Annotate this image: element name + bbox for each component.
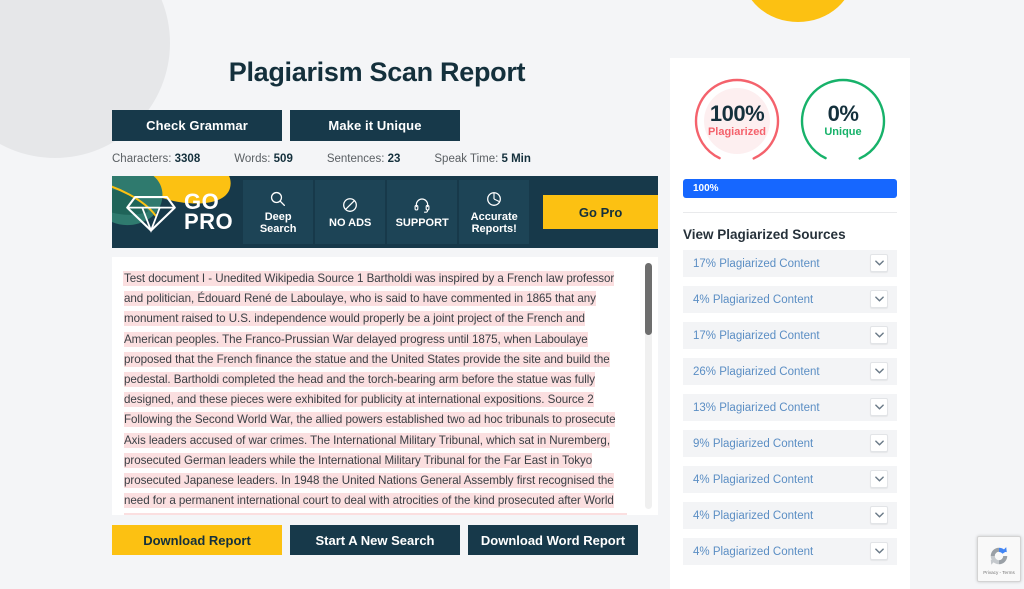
go-pro-features: Deep Search NO ADS SUPPORT Accurate Repo… (243, 180, 531, 244)
source-item-6[interactable]: 9% Plagiarized Content (683, 430, 897, 457)
plagiarized-percent: 100% (709, 101, 765, 126)
main-column: Plagiarism Scan Report Check Grammar Mak… (112, 0, 658, 555)
source-item-9[interactable]: 4% Plagiarized Content (683, 538, 897, 565)
stat-words: Words: 509 (234, 153, 293, 165)
page-root: Plagiarism Scan Report Check Grammar Mak… (0, 0, 1024, 589)
go-pro-word-pro: PRO (184, 209, 234, 234)
stat-characters-label: Characters: (112, 153, 172, 165)
feature-accurate-reports[interactable]: Accurate Reports! (459, 180, 530, 244)
feature-accurate-reports-line1: Accurate (470, 210, 518, 223)
plagiarized-text-segment: Test document I - Unedited Wikipedia Sou… (124, 272, 627, 515)
chevron-down-icon[interactable] (870, 470, 888, 488)
plagiarism-progress-bar: 100% (683, 179, 897, 198)
sidebar-divider (683, 212, 897, 213)
recaptcha-icon (990, 546, 1008, 565)
plagiarized-gauge: 100% Plagiarized (687, 77, 787, 165)
source-label: 4% Plagiarized Content (693, 293, 814, 306)
stat-words-label: Words: (234, 153, 271, 165)
go-pro-button[interactable]: Go Pro (543, 195, 658, 229)
sources-heading: View Plagiarized Sources (683, 227, 846, 242)
report-sidebar: 100% Plagiarized 0% Unique 100% View Pla… (670, 58, 910, 589)
source-item-1[interactable]: 17% Plagiarized Content (683, 250, 897, 277)
feature-accurate-reports-line2: Reports! (471, 222, 517, 235)
feature-no-ads[interactable]: NO ADS (315, 180, 386, 244)
feature-deep-search[interactable]: Deep Search (243, 180, 314, 244)
feature-support-line1: SUPPORT (395, 216, 449, 229)
stat-sentences-value: 23 (387, 153, 401, 165)
source-label: 17% Plagiarized Content (693, 257, 820, 270)
pie-chart-icon (487, 191, 502, 206)
go-pro-brand: GO PRO (124, 190, 233, 234)
source-item-8[interactable]: 4% Plagiarized Content (683, 502, 897, 529)
feature-no-ads-line1: NO ADS (329, 216, 372, 229)
document-text-panel: Test document I - Unedited Wikipedia Sou… (112, 257, 658, 515)
source-item-4[interactable]: 26% Plagiarized Content (683, 358, 897, 385)
top-action-buttons: Check Grammar Make it Unique (112, 110, 658, 141)
chevron-down-icon[interactable] (870, 542, 888, 560)
plagiarized-sources-list: 17% Plagiarized Content 4% Plagiarized C… (683, 250, 897, 565)
source-label: 4% Plagiarized Content (693, 509, 814, 522)
start-new-search-button[interactable]: Start A New Search (290, 525, 460, 555)
source-item-3[interactable]: 17% Plagiarized Content (683, 322, 897, 349)
plagiarized-gauge-labels: 100% Plagiarized (687, 77, 787, 165)
recaptcha-terms-label[interactable]: Privacy - Terms (983, 570, 1015, 575)
unique-percent: 0% (827, 101, 859, 126)
chevron-down-icon[interactable] (870, 254, 888, 272)
source-label: 9% Plagiarized Content (693, 437, 814, 450)
source-label: 26% Plagiarized Content (693, 365, 820, 378)
make-it-unique-button[interactable]: Make it Unique (290, 110, 460, 141)
document-stats: Characters: 3308 Words: 509 Sentences: 2… (112, 153, 658, 165)
unique-gauge: 0% Unique (793, 77, 893, 165)
source-label: 17% Plagiarized Content (693, 329, 820, 342)
unique-label: Unique (824, 126, 862, 138)
stat-characters-value: 3308 (174, 153, 201, 165)
magnifier-icon (271, 191, 286, 206)
download-word-report-button[interactable]: Download Word Report (468, 525, 638, 555)
feature-deep-search-line2: Search (259, 222, 297, 235)
document-scrollbar-thumb[interactable] (645, 263, 652, 335)
headset-icon (414, 197, 430, 213)
no-ads-icon (343, 197, 358, 212)
chevron-down-icon[interactable] (870, 362, 888, 380)
stat-sentences: Sentences: 23 (327, 153, 401, 165)
source-item-5[interactable]: 13% Plagiarized Content (683, 394, 897, 421)
go-pro-banner: GO PRO Deep Search NO ADS SUPPORT Accura… (112, 176, 658, 248)
stat-speak-time-label: Speak Time: (434, 153, 499, 165)
source-label: 4% Plagiarized Content (693, 473, 814, 486)
document-text[interactable]: Test document I - Unedited Wikipedia Sou… (112, 257, 658, 515)
chevron-down-icon[interactable] (870, 398, 888, 416)
recaptcha-badge[interactable]: Privacy - Terms (977, 536, 1021, 582)
plagiarism-progress-label: 100% (693, 183, 719, 194)
page-title: Plagiarism Scan Report (228, 57, 526, 87)
go-pro-wordmark: GO PRO (184, 191, 234, 234)
source-label: 13% Plagiarized Content (693, 401, 820, 414)
download-report-button[interactable]: Download Report (112, 525, 282, 555)
stat-speak-time-value: 5 Min (501, 153, 531, 165)
decorative-yellow-circle (742, 0, 854, 22)
source-label: 4% Plagiarized Content (693, 545, 814, 558)
chevron-down-icon[interactable] (870, 506, 888, 524)
diamond-icon (126, 195, 176, 233)
chevron-down-icon[interactable] (870, 326, 888, 344)
source-item-2[interactable]: 4% Plagiarized Content (683, 286, 897, 313)
stat-words-value: 509 (273, 153, 293, 165)
bottom-action-buttons: Download Report Start A New Search Downl… (112, 525, 658, 555)
feature-deep-search-line1: Deep (264, 210, 292, 223)
chevron-down-icon[interactable] (870, 434, 888, 452)
stat-speak-time: Speak Time: 5 Min (434, 153, 531, 165)
source-item-7[interactable]: 4% Plagiarized Content (683, 466, 897, 493)
unique-gauge-labels: 0% Unique (793, 77, 893, 165)
plagiarized-label: Plagiarized (707, 126, 767, 138)
score-gauges: 100% Plagiarized 0% Unique (683, 77, 897, 165)
chevron-down-icon[interactable] (870, 290, 888, 308)
check-grammar-button[interactable]: Check Grammar (112, 110, 282, 141)
stat-characters: Characters: 3308 (112, 153, 200, 165)
feature-support[interactable]: SUPPORT (387, 180, 458, 244)
stat-sentences-label: Sentences: (326, 153, 385, 165)
